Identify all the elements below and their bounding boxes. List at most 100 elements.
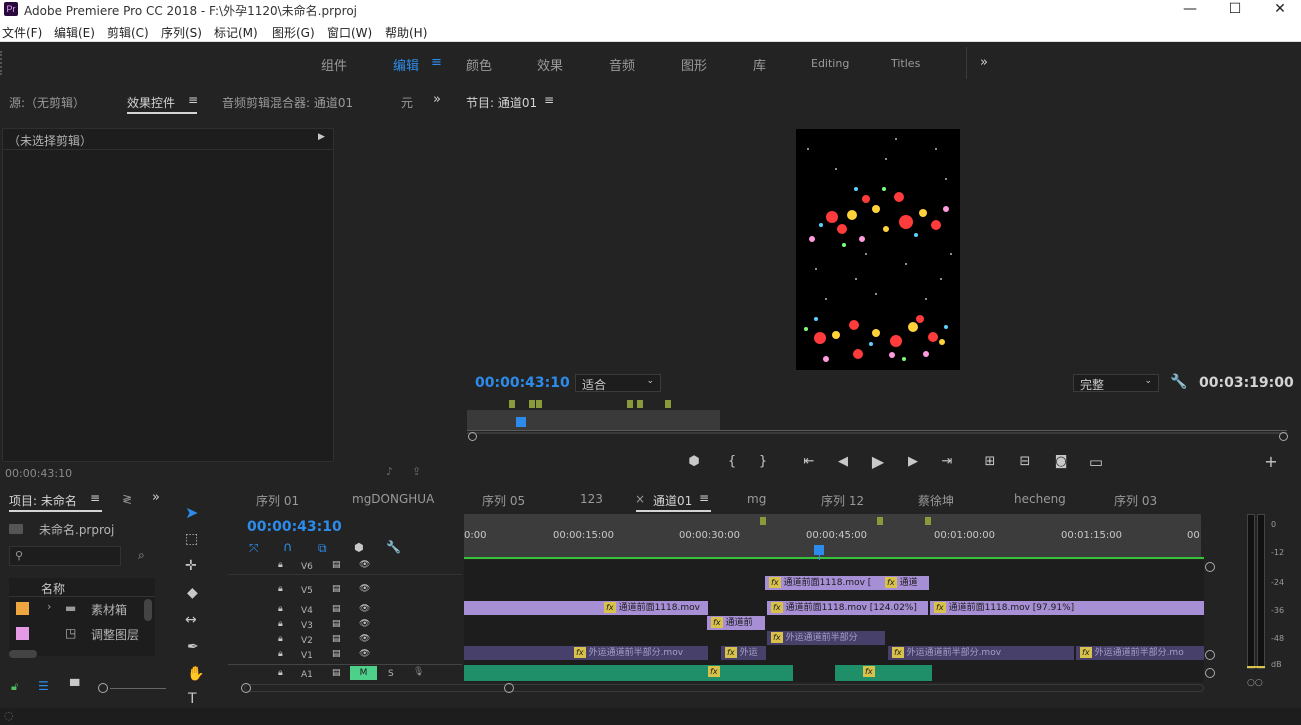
timeline-settings-wrench-icon[interactable]: 🔧: [386, 540, 401, 554]
program-zoom-scrollbar[interactable]: [467, 432, 1287, 434]
step-back-button[interactable]: ◀: [833, 454, 853, 469]
track-label-v1[interactable]: V1: [301, 651, 313, 661]
close-button[interactable]: ✕: [1257, 0, 1301, 20]
tab-audio-clip-mixer[interactable]: 音频剪辑混合器: 通道01: [222, 94, 353, 111]
lock-icon[interactable]: 🔓︎: [11, 680, 18, 694]
program-monitor-title[interactable]: 节目: 通道01: [466, 94, 537, 111]
marker-icon[interactable]: [925, 517, 931, 525]
timeline-tab-seq03[interactable]: 序列 03: [1114, 492, 1157, 509]
lift-button[interactable]: ⊞: [980, 454, 1000, 469]
mark-in-button[interactable]: {: [722, 454, 742, 469]
marker-icon[interactable]: [536, 400, 542, 408]
list-view-icon[interactable]: ☰: [38, 679, 49, 693]
step-forward-button[interactable]: ▶: [903, 454, 923, 469]
clip[interactable]: fx 通道前面1118.mov [97.91%]: [930, 601, 1204, 615]
workspace-tab-titles[interactable]: Titles: [891, 57, 920, 70]
microphone-icon[interactable]: 🎙︎: [413, 667, 424, 677]
clip[interactable]: fx 外运通道前半部分: [767, 631, 885, 645]
sync-lock-icon[interactable]: ▤: [332, 649, 341, 659]
timeline-tab-mgdonghua[interactable]: mgDONGHUA: [352, 492, 434, 506]
lock-icon[interactable]: 🔒︎: [278, 604, 283, 614]
marker-icon[interactable]: [509, 400, 515, 408]
go-to-in-button[interactable]: ⇤: [799, 454, 819, 469]
marker-icon[interactable]: [627, 400, 633, 408]
scroll-handle-left[interactable]: [241, 683, 251, 693]
project-menu-icon[interactable]: ≡: [90, 491, 100, 505]
workspace-tab-editing[interactable]: Editing: [811, 57, 849, 70]
timeline-horizontal-scrollbar[interactable]: [244, 684, 1204, 692]
timeline-menu-icon[interactable]: ≡: [699, 491, 709, 505]
sync-lock-icon[interactable]: ▤: [332, 560, 341, 570]
sync-lock-icon[interactable]: ▤: [332, 634, 341, 644]
workspace-tab-assembly[interactable]: 组件: [321, 55, 347, 74]
panel-overflow-icon[interactable]: »: [433, 92, 441, 107]
marker-icon[interactable]: [637, 400, 643, 408]
comparison-view-button[interactable]: ▭: [1086, 453, 1106, 471]
workspace-tab-effects[interactable]: 效果: [537, 55, 563, 74]
list-item[interactable]: ◳ 调整图层: [9, 623, 155, 647]
label-color-swatch[interactable]: [16, 602, 29, 615]
workspace-overflow-icon[interactable]: »: [980, 55, 988, 70]
ripple-edit-tool-icon[interactable]: ✛: [185, 558, 197, 574]
menu-sequence[interactable]: 序列(S): [161, 24, 202, 41]
menu-window[interactable]: 窗口(W): [327, 24, 372, 41]
clip[interactable]: fx 外运通道前半部分.mo: [1076, 646, 1204, 660]
button-editor-add[interactable]: +: [1261, 452, 1281, 471]
clip[interactable]: fx 外运通道前半部分.mov: [464, 646, 708, 660]
eye-icon[interactable]: 👁︎: [359, 584, 370, 594]
pen-tool-icon[interactable]: ✒: [187, 639, 199, 655]
sync-lock-icon[interactable]: ▤: [332, 619, 341, 629]
program-timecode[interactable]: 00:00:43:10: [475, 375, 570, 391]
eye-icon[interactable]: 👁︎: [359, 649, 370, 659]
timeline-tab-123[interactable]: 123: [580, 492, 603, 506]
clip[interactable]: fx 通道前: [707, 616, 765, 630]
slip-tool-icon[interactable]: ↔: [185, 612, 197, 628]
clip[interactable]: fx 外运: [721, 646, 766, 660]
track-label-v2[interactable]: V2: [301, 636, 313, 646]
eye-icon[interactable]: 👁︎: [359, 634, 370, 644]
snap-icon[interactable]: ∩: [283, 540, 293, 555]
solo-channels-icon[interactable]: ○○: [1247, 678, 1263, 688]
timeline-tab-seq12[interactable]: 序列 12: [821, 492, 864, 509]
razor-tool-icon[interactable]: ◆: [187, 585, 198, 601]
column-header-name[interactable]: 名称: [41, 580, 65, 597]
marker-icon[interactable]: [529, 400, 535, 408]
clip[interactable]: fx 通道前面1118.mov [124.02%]: [767, 601, 928, 615]
clip[interactable]: fx 通道前面1118.mov [: [765, 576, 881, 590]
nest-sequence-icon[interactable]: ⤧: [249, 541, 259, 556]
menu-help[interactable]: 帮助(H): [385, 24, 427, 41]
export-icon[interactable]: ⇪: [412, 465, 421, 478]
extract-button[interactable]: ⊟: [1015, 454, 1035, 469]
audio-clip[interactable]: fx: [464, 665, 793, 681]
marker-icon[interactable]: [665, 400, 671, 408]
track-label-v6[interactable]: V6: [301, 562, 313, 572]
audio-clip[interactable]: fx: [835, 665, 932, 681]
scroll-handle-left[interactable]: [468, 432, 477, 441]
lock-icon[interactable]: 🔒︎: [278, 668, 283, 678]
zoom-level-select[interactable]: 适合 ⌄: [575, 374, 661, 392]
play-button[interactable]: ▶: [868, 452, 888, 471]
program-playhead[interactable]: [516, 417, 526, 427]
lock-icon[interactable]: 🔒︎: [278, 619, 283, 629]
program-menu-icon[interactable]: ≡: [544, 93, 554, 107]
menu-file[interactable]: 文件(F): [2, 24, 42, 41]
minimize-button[interactable]: —: [1167, 0, 1213, 20]
workspace-tab-libraries[interactable]: 库: [753, 55, 766, 74]
timeline-timecode[interactable]: 00:00:43:10: [247, 519, 342, 535]
scroll-handle-right[interactable]: [504, 683, 514, 693]
audio-scroll-handle[interactable]: [1205, 668, 1215, 678]
marker-icon[interactable]: [760, 517, 766, 525]
track-label-v5[interactable]: V5: [301, 586, 313, 596]
lock-icon[interactable]: 🔒︎: [278, 649, 283, 659]
eye-icon[interactable]: 👁︎: [359, 604, 370, 614]
workspace-tab-audio[interactable]: 音频: [609, 55, 635, 74]
tab-media-browser[interactable]: ≷: [122, 492, 132, 506]
zoom-slider-handle[interactable]: [98, 683, 108, 693]
chevron-right-icon[interactable]: ›: [47, 600, 51, 613]
eye-icon[interactable]: 👁︎: [359, 619, 370, 629]
linked-selection-icon[interactable]: ⧉: [318, 541, 327, 556]
tab-effect-controls[interactable]: 效果控件: [127, 94, 175, 111]
workspace-menu-icon[interactable]: ≡: [431, 55, 442, 70]
track-label-v4[interactable]: V4: [301, 606, 313, 616]
project-scrollbar-vertical[interactable]: [144, 599, 152, 621]
